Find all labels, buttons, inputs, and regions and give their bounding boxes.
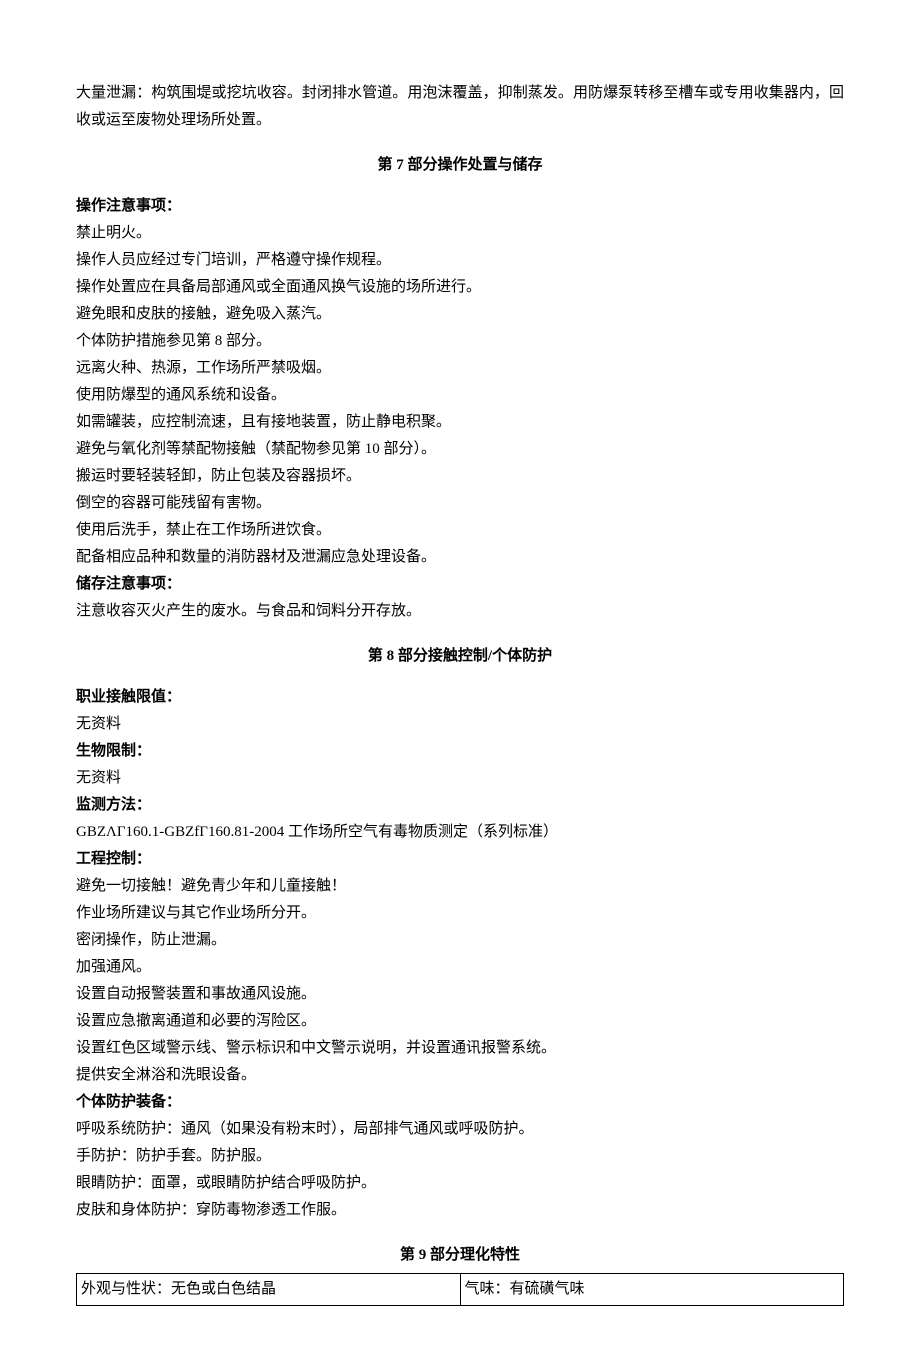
op-line: 配备相应品种和数量的消防器材及泄漏应急处理设备。: [76, 544, 844, 571]
eng-line: 设置自动报警装置和事故通风设施。: [76, 981, 844, 1008]
eng-line: 密闭操作，防止泄漏。: [76, 927, 844, 954]
op-line: 使用后洗手，禁止在工作场所进饮食。: [76, 517, 844, 544]
section-7-heading: 第 7 部分操作处置与储存: [76, 152, 844, 179]
op-line: 禁止明火。: [76, 220, 844, 247]
operation-notes-label: 操作注意事项：: [76, 193, 844, 220]
section-9-heading: 第 9 部分理化特性: [76, 1242, 844, 1269]
eng-line: 加强通风。: [76, 954, 844, 981]
eng-control-label: 工程控制：: [76, 846, 844, 873]
op-line: 个体防护措施参见第 8 部分。: [76, 328, 844, 355]
op-line: 搬运时要轻装轻卸，防止包装及容器损坏。: [76, 463, 844, 490]
eng-line: 设置红色区域警示线、警示标识和中文警示说明，并设置通讯报警系统。: [76, 1035, 844, 1062]
op-line: 避免眼和皮肤的接触，避免吸入蒸汽。: [76, 301, 844, 328]
ppe-line: 手防护：防护手套。防护服。: [76, 1143, 844, 1170]
phys-chem-table: 外观与性状：无色或白色结晶 气味：有硫磺气味: [76, 1273, 844, 1306]
eng-line: 避免一切接触！避免青少年和儿童接触！: [76, 873, 844, 900]
monitor-method-label: 监测方法：: [76, 792, 844, 819]
monitor-method-value: GBZΛΓ160.1-GBZfΓ160.81-2004 工作场所空气有毒物质测定…: [76, 819, 844, 846]
op-line: 操作人员应经过专门培训，严格遵守操作规程。: [76, 247, 844, 274]
storage-notes-label: 储存注意事项：: [76, 571, 844, 598]
occupational-limit-label: 职业接触限值：: [76, 684, 844, 711]
op-line: 操作处置应在具备局部通风或全面通风换气设施的场所进行。: [76, 274, 844, 301]
ppe-line: 眼睛防护：面罩，或眼睛防护结合呼吸防护。: [76, 1170, 844, 1197]
ppe-line: 皮肤和身体防护：穿防毒物渗透工作服。: [76, 1197, 844, 1224]
intro-paragraph: 大量泄漏：构筑围堤或挖坑收容。封闭排水管道。用泡沫覆盖，抑制蒸发。用防爆泵转移至…: [76, 80, 844, 134]
eng-line: 设置应急撤离通道和必要的泻险区。: [76, 1008, 844, 1035]
eng-line: 作业场所建议与其它作业场所分开。: [76, 900, 844, 927]
ppe-label: 个体防护装备：: [76, 1089, 844, 1116]
op-line: 如需罐装，应控制流速，且有接地装置，防止静电积聚。: [76, 409, 844, 436]
op-line: 避免与氧化剂等禁配物接触（禁配物参见第 10 部分）。: [76, 436, 844, 463]
op-line: 使用防爆型的通风系统和设备。: [76, 382, 844, 409]
op-line: 倒空的容器可能残留有害物。: [76, 490, 844, 517]
bio-limit-value: 无资料: [76, 765, 844, 792]
ppe-line: 呼吸系统防护：通风（如果没有粉末时），局部排气通风或呼吸防护。: [76, 1116, 844, 1143]
storage-line: 注意收容灭火产生的废水。与食品和饲料分开存放。: [76, 598, 844, 625]
bio-limit-label: 生物限制：: [76, 738, 844, 765]
section-8-heading: 第 8 部分接触控制/个体防护: [76, 643, 844, 670]
op-line: 远离火种、热源，工作场所严禁吸烟。: [76, 355, 844, 382]
occupational-limit-value: 无资料: [76, 711, 844, 738]
eng-line: 提供安全淋浴和洗眼设备。: [76, 1062, 844, 1089]
